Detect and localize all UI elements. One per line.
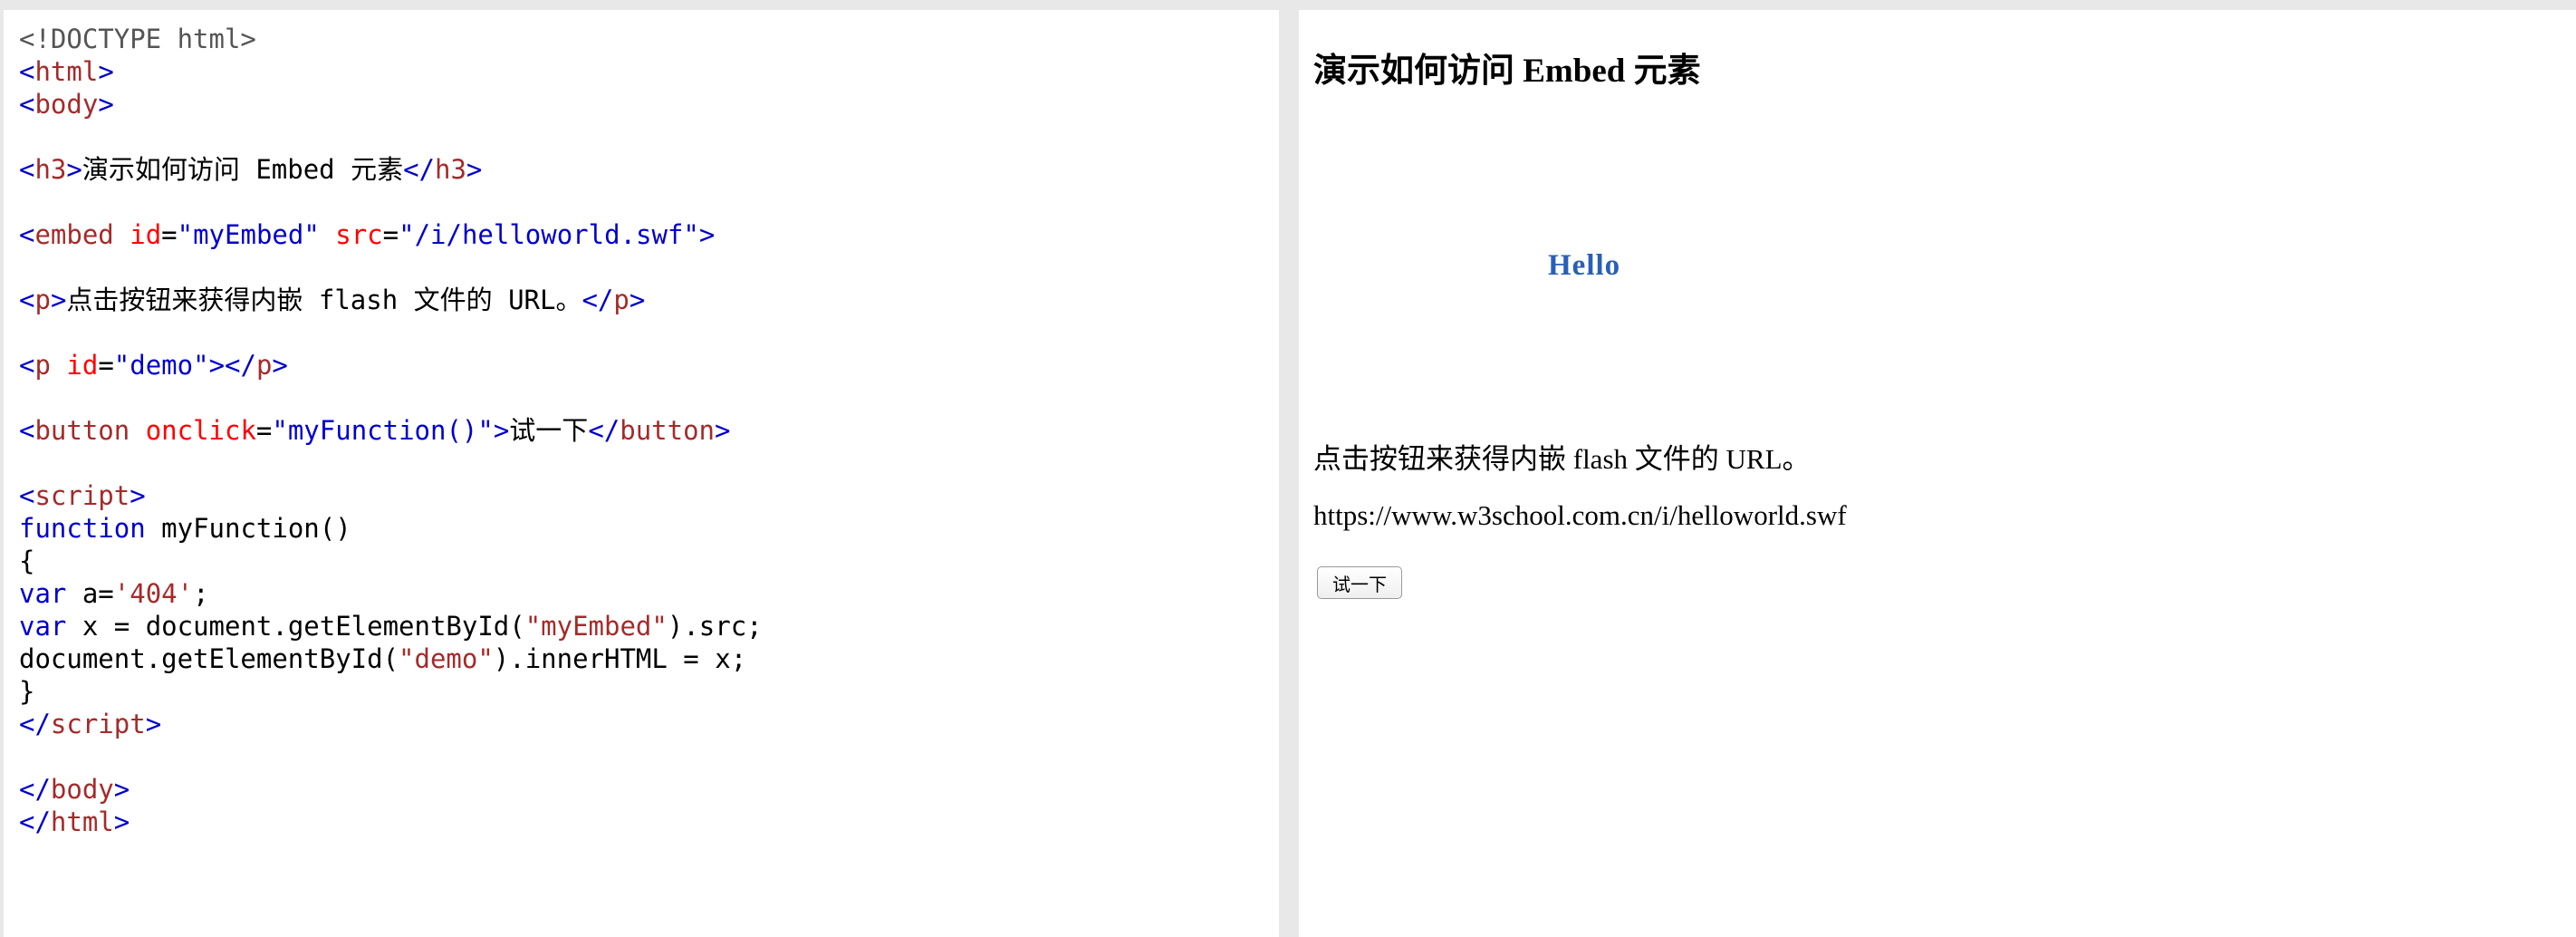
code-line-empty: [19, 382, 763, 414]
code-line: </html>: [19, 807, 130, 837]
demo-output: https://www.w3school.com.cn/i/helloworld…: [1313, 499, 1847, 531]
code-line: <embed id="myEmbed" src="/i/helloworld.s…: [19, 219, 716, 250]
code-line: }: [19, 676, 35, 707]
code-editor[interactable]: <!DOCTYPE html> <html> <body> <h3>演示如何访问 Em…: [19, 23, 763, 838]
code-line: <script>: [19, 480, 146, 511]
code-line-empty: [19, 740, 763, 773]
code-line: var x = document.getElementById("myEmbed…: [19, 611, 763, 642]
result-pane: 演示如何访问 Embed 元素 Hello 点击按钮来获得内嵌 flash 文件…: [1299, 10, 2576, 937]
code-line: var a='404';: [19, 578, 209, 609]
code-line-empty: [19, 121, 763, 153]
code-line: function myFunction(): [19, 513, 351, 544]
code-line: <h3>演示如何访问 Embed 元素</h3>: [19, 154, 483, 185]
code-line: <!DOCTYPE html>: [19, 24, 256, 54]
code-line: <p id="demo"></p>: [19, 350, 288, 381]
code-editor-pane[interactable]: <!DOCTYPE html> <html> <body> <h3>演示如何访问 Em…: [4, 10, 1279, 937]
code-line-empty: [19, 251, 763, 284]
code-line: {: [19, 546, 35, 576]
code-line: <body>: [19, 89, 114, 120]
intro-paragraph: 点击按钮来获得内嵌 flash 文件的 URL。: [1313, 443, 1811, 475]
page-heading: 演示如何访问 Embed 元素: [1313, 53, 1701, 90]
code-line: <button onclick="myFunction()">试一下</butt…: [19, 415, 731, 446]
try-it-button[interactable]: 试一下: [1317, 566, 1402, 599]
embedded-flash-object[interactable]: Hello: [1313, 122, 1676, 394]
code-line: document.getElementById("demo").innerHTM…: [19, 643, 747, 674]
code-line: </script>: [19, 709, 162, 739]
flash-hello-text: Hello: [1548, 249, 1621, 282]
code-line: <html>: [19, 56, 114, 87]
code-line: <p>点击按钮来获得内嵌 flash 文件的 URL。</p>: [19, 285, 646, 315]
code-line-empty: [19, 316, 763, 349]
code-line-empty: [19, 447, 763, 479]
code-line-empty: [19, 186, 763, 218]
code-line: </body>: [19, 774, 130, 805]
